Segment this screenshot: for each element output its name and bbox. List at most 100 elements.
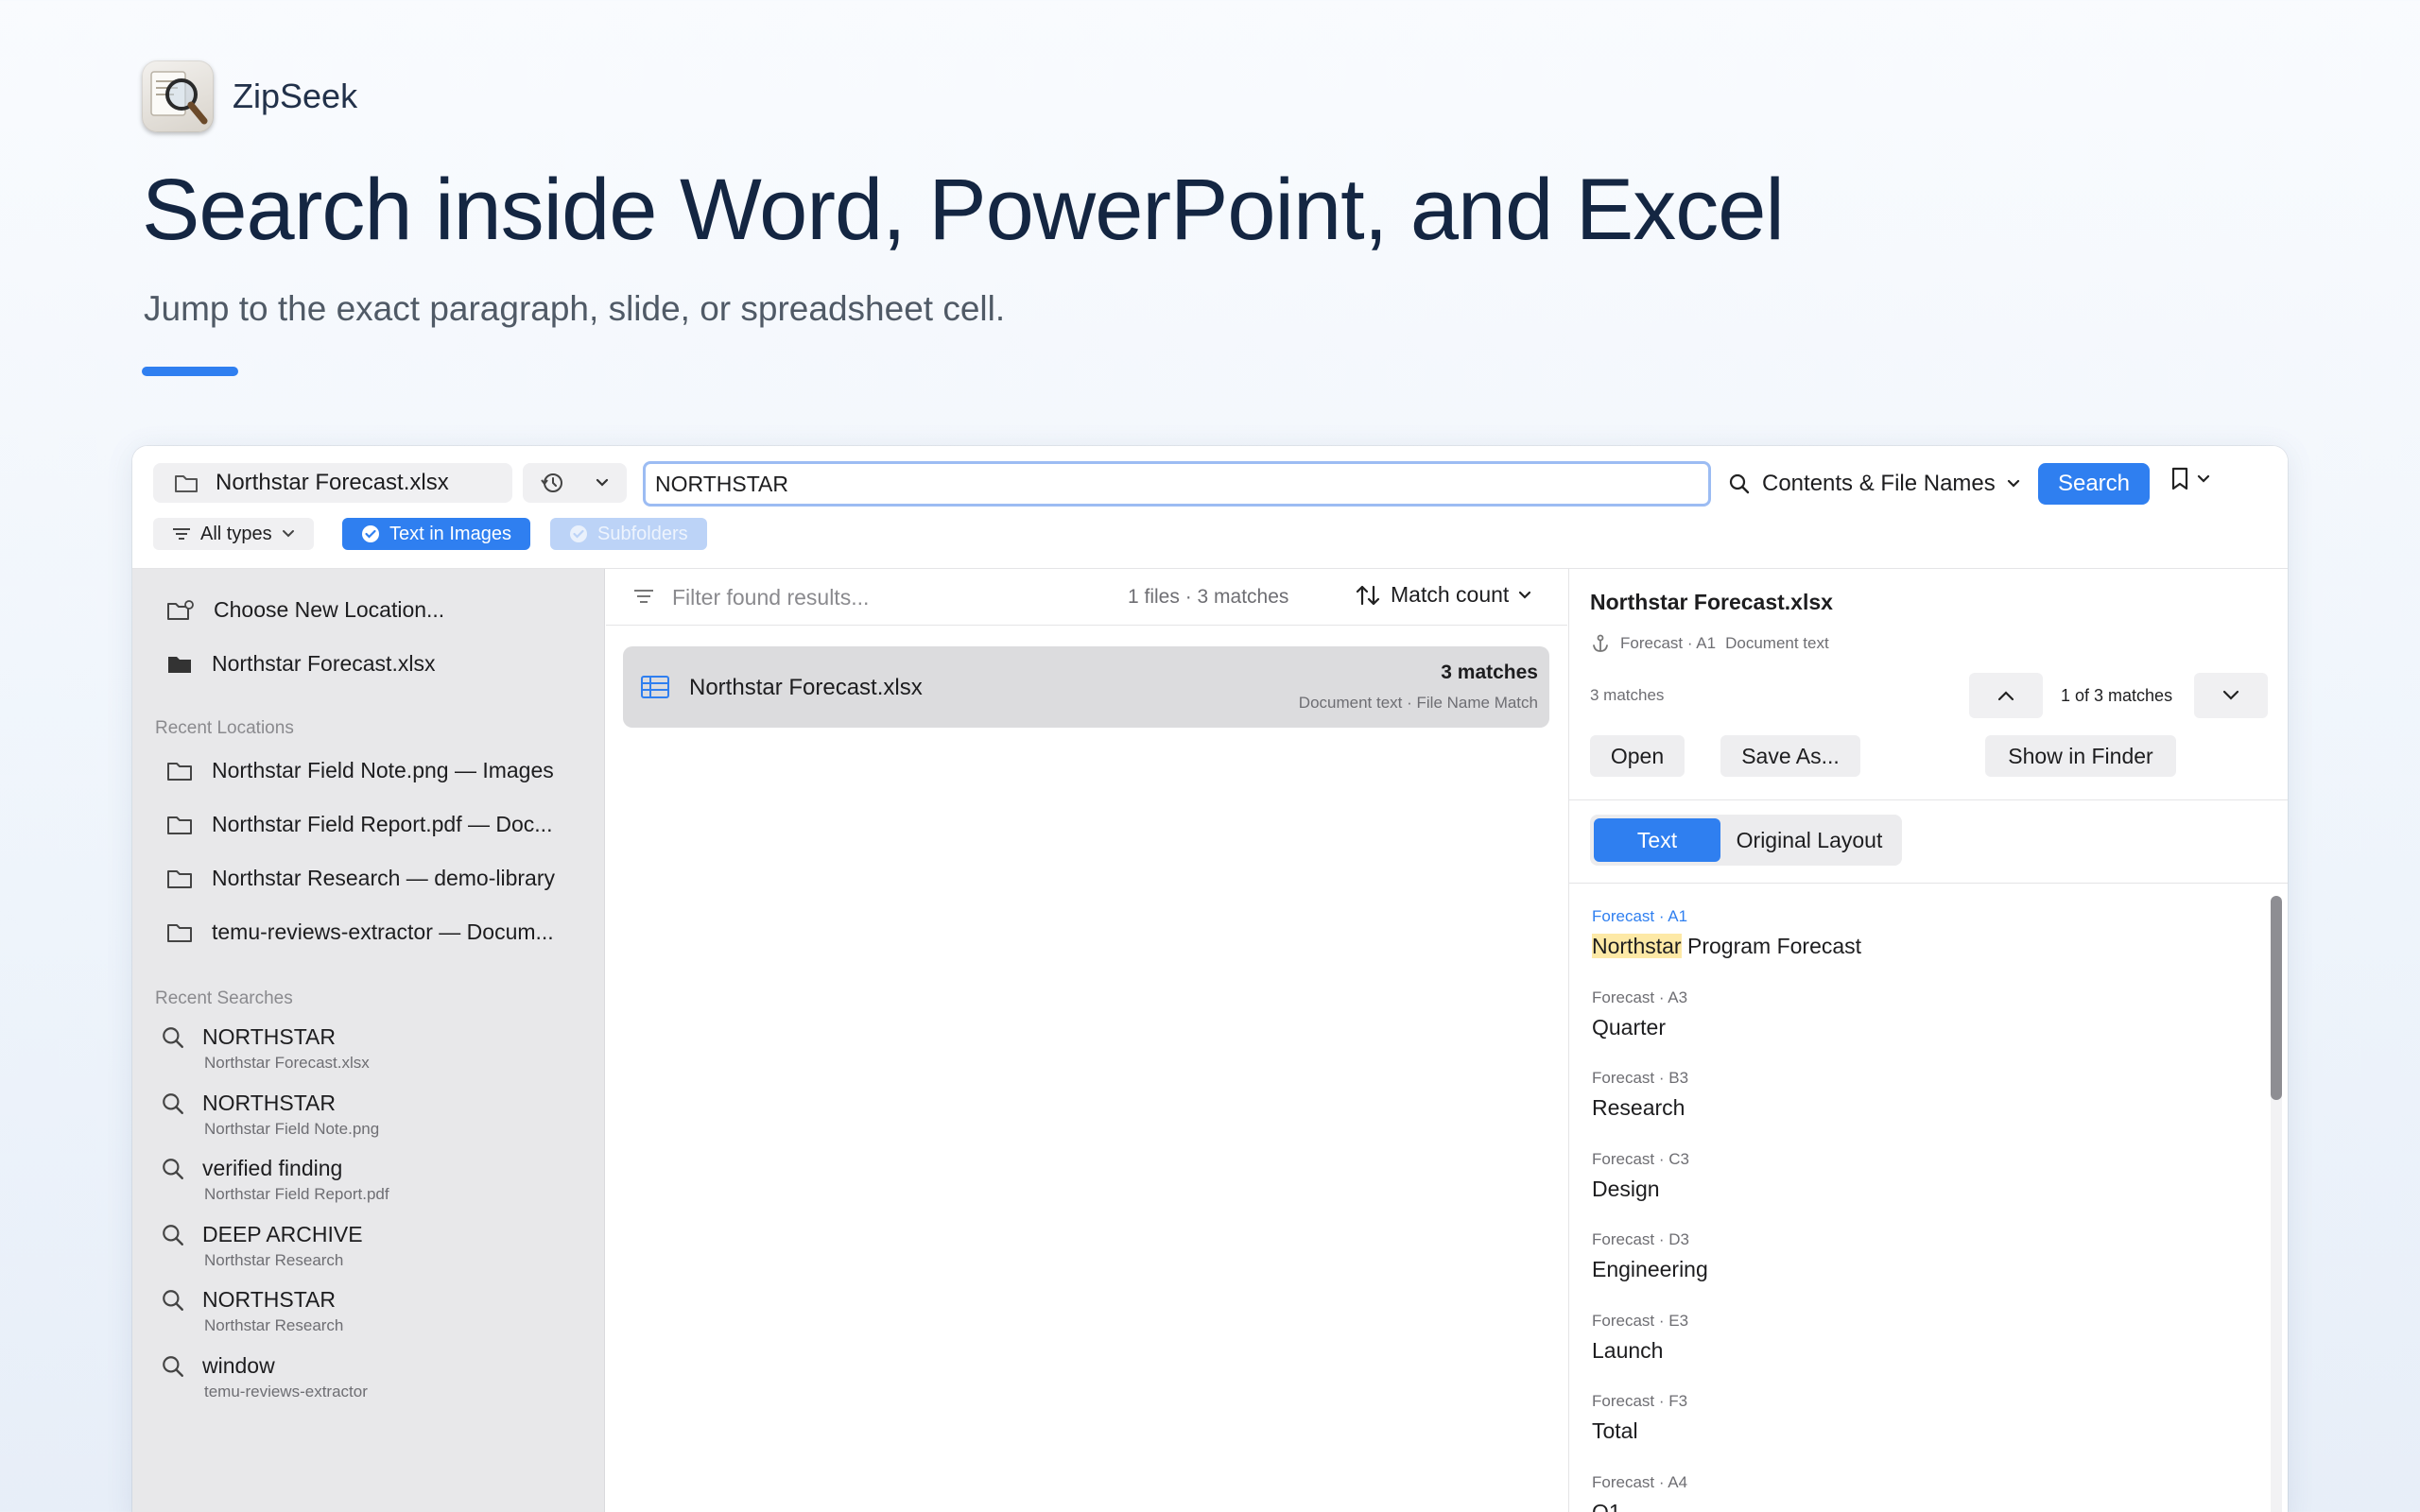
text-in-images-toggle[interactable]: Text in Images — [342, 518, 530, 550]
cell-entry[interactable]: Forecast · F3 Total — [1592, 1392, 1687, 1444]
text-view-tab[interactable]: Text — [1594, 818, 1720, 862]
recent-search-item[interactable]: window temu-reviews-extractor — [161, 1353, 368, 1401]
recent-search-item[interactable]: DEEP ARCHIVE Northstar Research — [161, 1222, 363, 1270]
result-row[interactable]: Northstar Forecast.xlsx 3 matches Docume… — [623, 646, 1549, 728]
match-position-label: 1 of 3 matches — [2061, 686, 2173, 705]
cell-value: Northstar Program Forecast — [1592, 934, 1861, 959]
cell-value: Q1 — [1592, 1500, 1621, 1512]
cell-value: Launch — [1592, 1338, 1664, 1363]
cell-value: Design — [1592, 1177, 1660, 1201]
previous-match-button[interactable] — [1969, 673, 2043, 718]
hero-accent-rule — [142, 367, 238, 376]
sidebar-item-current[interactable]: Northstar Forecast.xlsx — [166, 651, 435, 677]
preview-meta: Forecast · A1 Document text — [1590, 633, 1829, 654]
search-scope-select[interactable]: Contents & File Names — [1728, 465, 2020, 503]
recent-search-item[interactable]: NORTHSTAR Northstar Forecast.xlsx — [161, 1024, 370, 1073]
location-label: Northstar Forecast.xlsx — [216, 470, 449, 495]
cell-reference: Forecast · D3 — [1592, 1230, 1689, 1248]
folder-icon — [175, 475, 198, 492]
cell-reference: Forecast · C3 — [1592, 1150, 1689, 1168]
filter-lines-icon — [173, 528, 190, 540]
cell-reference: Forecast · A4 — [1592, 1473, 1688, 1491]
search-icon — [163, 1289, 183, 1311]
cell-value: Total — [1592, 1418, 1638, 1443]
recent-location-label: temu-reviews-extractor — Docum... — [212, 919, 554, 944]
chevron-down-icon — [2197, 474, 2210, 483]
file-types-filter[interactable]: All types — [153, 518, 314, 550]
folder-icon — [167, 869, 192, 888]
chevron-down-icon — [1519, 591, 1531, 599]
show-in-finder-button[interactable]: Show in Finder — [1985, 735, 2176, 777]
folder-icon — [167, 816, 192, 834]
brand-name: ZipSeek — [233, 77, 358, 115]
recent-location-item[interactable]: Northstar Field Note.png — Images — [166, 758, 554, 783]
folder-filled-icon — [168, 656, 191, 673]
preview-meta-location: Forecast · A1 — [1620, 634, 1717, 652]
recent-location-item[interactable]: Northstar Research — demo-library — [166, 866, 555, 891]
cell-entry[interactable]: Forecast · E3 Launch — [1592, 1312, 1688, 1364]
location-picker[interactable]: Northstar Forecast.xlsx — [153, 463, 512, 503]
chevron-up-icon — [1997, 691, 2014, 701]
recent-search-location: Northstar Field Report.pdf — [204, 1185, 389, 1203]
recent-search-item[interactable]: verified finding Northstar Field Report.… — [161, 1156, 389, 1204]
search-input[interactable] — [643, 461, 1711, 507]
cell-value: Engineering — [1592, 1257, 1708, 1281]
search-icon — [163, 1355, 183, 1377]
chevron-down-icon — [2222, 690, 2239, 700]
folder-icon — [167, 762, 192, 781]
cell-reference: Forecast · A3 — [1592, 988, 1688, 1006]
cell-entry[interactable]: Forecast · C3 Design — [1592, 1150, 1689, 1202]
cell-entry[interactable]: Forecast · B3 Research — [1592, 1069, 1688, 1121]
open-button[interactable]: Open — [1590, 735, 1685, 777]
next-match-button[interactable] — [2194, 673, 2268, 718]
recent-search-location: Northstar Research — [204, 1251, 344, 1269]
recent-search-query: DEEP ARCHIVE — [202, 1222, 363, 1246]
original-layout-tab[interactable]: Original Layout — [1720, 818, 1898, 862]
recent-search-item[interactable]: NORTHSTAR Northstar Field Note.png — [161, 1091, 379, 1139]
results-count: 1 files · 3 matches — [1128, 586, 1289, 608]
preview-divider — [1569, 799, 2288, 800]
filter-results-input[interactable] — [672, 580, 1088, 614]
preview-match-count: 3 matches — [1590, 686, 1665, 704]
chevron-down-icon — [282, 530, 294, 538]
search-icon — [163, 1026, 183, 1048]
choose-new-location[interactable]: Choose New Location... — [166, 597, 444, 623]
sort-select[interactable]: Match count — [1355, 582, 1531, 608]
result-match-kind: Document text · File Name Match — [1298, 694, 1538, 712]
search-icon — [1729, 473, 1750, 494]
cell-entry[interactable]: Forecast · D3 Engineering — [1592, 1230, 1708, 1282]
subfolders-toggle[interactable]: Subfolders — [550, 518, 707, 550]
preview-title: Northstar Forecast.xlsx — [1590, 590, 1833, 614]
file-types-label: All types — [200, 523, 272, 544]
preview-meta-kind: Document text — [1725, 634, 1829, 652]
preview-scrollbar[interactable] — [2271, 896, 2282, 1512]
recent-search-item[interactable]: NORTHSTAR Northstar Research — [161, 1287, 343, 1335]
cell-entry[interactable]: Forecast · A3 Quarter — [1592, 988, 1687, 1040]
history-menu[interactable] — [523, 463, 627, 503]
chevron-down-icon — [596, 478, 609, 487]
cell-reference: Forecast · A1 — [1592, 907, 1688, 925]
search-button[interactable]: Search — [2038, 463, 2150, 505]
recent-search-query: NORTHSTAR — [202, 1091, 336, 1115]
cell-entry[interactable]: Forecast · A4 Q1 — [1592, 1473, 1687, 1512]
cell-entry[interactable]: Forecast · A1 Northstar Program Forecast — [1592, 907, 1861, 959]
hero-title: Search inside Word, PowerPoint, and Exce… — [142, 162, 1785, 258]
cell-match-list: Forecast · A1 Northstar Program Forecast… — [1569, 890, 2269, 1512]
recent-search-location: Northstar Research — [204, 1316, 344, 1334]
history-icon — [541, 473, 562, 492]
zipseek-app-icon — [142, 60, 214, 132]
hero-subtitle: Jump to the exact paragraph, slide, or s… — [144, 289, 1006, 328]
results-filter-bar: 1 files · 3 matches Match count — [606, 569, 1567, 626]
recent-location-label: Northstar Research — demo-library — [212, 866, 556, 890]
cell-value: Quarter — [1592, 1015, 1666, 1040]
recent-location-item[interactable]: temu-reviews-extractor — Docum... — [166, 919, 554, 945]
save-as-button[interactable]: Save As... — [1720, 735, 1860, 777]
recent-locations-heading: Recent Locations — [155, 718, 294, 738]
subfolders-label: Subfolders — [597, 523, 688, 544]
preview-divider — [1569, 883, 2288, 884]
choose-location-label: Choose New Location... — [214, 597, 445, 622]
preview-scroll-thumb[interactable] — [2271, 896, 2282, 1100]
bookmark-menu[interactable] — [2170, 467, 2210, 491]
cell-reference: Forecast · F3 — [1592, 1392, 1688, 1410]
recent-location-item[interactable]: Northstar Field Report.pdf — Doc... — [166, 812, 552, 837]
